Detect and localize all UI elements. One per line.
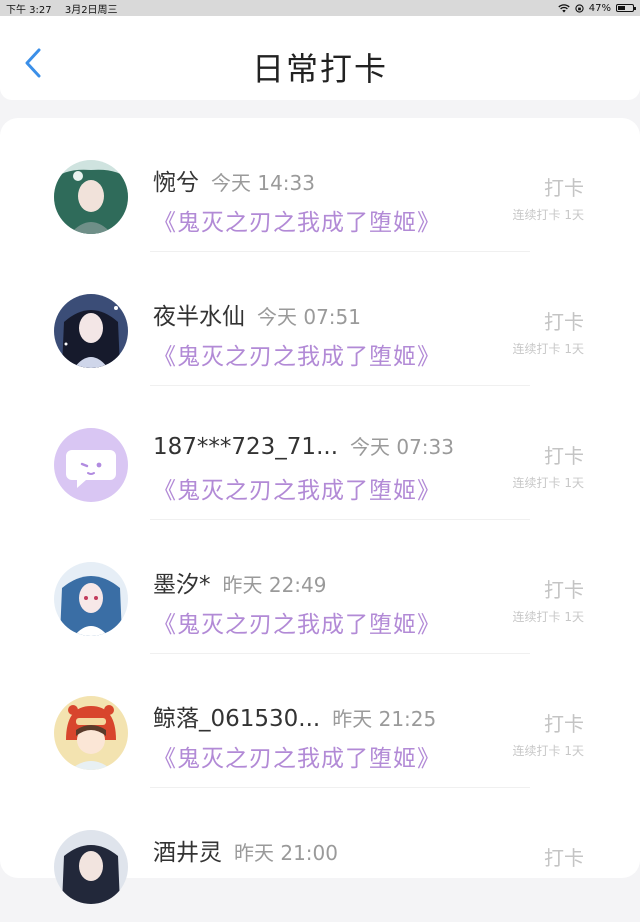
status-left: 下午 3:27 3月2日周三 xyxy=(6,1,128,16)
streak-label: 连续打卡 1天 xyxy=(512,342,584,356)
checkin-time: 昨天 22:49 xyxy=(222,573,327,597)
streak-label: 连续打卡 1天 xyxy=(512,208,584,222)
checkin-button[interactable]: 打卡 xyxy=(544,574,584,603)
orientation-lock-icon xyxy=(575,3,584,13)
avatar[interactable] xyxy=(54,562,128,636)
status-bar: 下午 3:27 3月2日周三 47% xyxy=(0,0,640,16)
battery-icon xyxy=(616,4,636,12)
list-item[interactable]: 惋兮 今天 14:33 《鬼灭之刃之我成了堕姬》 打卡 连续打卡 1天 xyxy=(0,118,640,252)
avatar[interactable] xyxy=(54,830,128,904)
book-title-link[interactable]: 《鬼灭之刃之我成了堕姬》 xyxy=(153,605,441,639)
checkin-button[interactable]: 打卡 xyxy=(544,172,584,201)
streak-label: 连续打卡 1天 xyxy=(512,476,584,490)
user-name-row: 187***723_71... 今天 07:33 xyxy=(153,431,454,460)
list-item[interactable]: 鲸落_061530... 昨天 21:25 《鬼灭之刃之我成了堕姬》 打卡 连续打… xyxy=(0,654,640,788)
list-item[interactable]: 夜半水仙 今天 07:51 《鬼灭之刃之我成了堕姬》 打卡 连续打卡 1天 xyxy=(0,252,640,386)
user-name-row: 墨汐* 昨天 22:49 xyxy=(153,565,327,599)
list-item[interactable]: 187***723_71... 今天 07:33 《鬼灭之刃之我成了堕姬》 打卡 … xyxy=(0,386,640,520)
battery-percent: 47% xyxy=(588,2,611,14)
checkin-button[interactable]: 打卡 xyxy=(544,842,584,871)
status-right: 47% xyxy=(558,2,636,14)
streak-label: 连续打卡 1天 xyxy=(512,744,584,758)
user-name[interactable]: 墨汐* xyxy=(153,572,211,598)
user-name-row: 鲸落_061530... 昨天 21:25 xyxy=(153,699,436,733)
checkin-time: 今天 14:33 xyxy=(211,171,315,195)
status-date: 3月2日周三 xyxy=(64,4,118,16)
avatar[interactable] xyxy=(54,696,128,770)
checkin-time: 昨天 21:25 xyxy=(332,707,437,731)
book-title-link[interactable]: 《鬼灭之刃之我成了堕姬》 xyxy=(153,739,441,773)
checkin-list: 惋兮 今天 14:33 《鬼灭之刃之我成了堕姬》 打卡 连续打卡 1天 夜半水仙今… xyxy=(0,118,640,904)
avatar[interactable] xyxy=(54,160,128,234)
avatar[interactable] xyxy=(54,428,128,502)
checkin-time: 昨天 21:00 xyxy=(234,841,338,865)
user-name-row: 夜半水仙 今天 07:51 xyxy=(153,297,361,331)
checkin-time: 今天 07:51 xyxy=(257,305,361,329)
book-title-link[interactable]: 《鬼灭之刃之我成了堕姬》 xyxy=(153,203,441,237)
wifi-icon xyxy=(558,3,570,12)
header-bar: 日常打卡 xyxy=(0,16,640,100)
book-title-link[interactable]: 《鬼灭之刃之我成了堕姬》 xyxy=(153,337,441,371)
streak-label: 连续打卡 1天 xyxy=(512,610,584,624)
checkin-button[interactable]: 打卡 xyxy=(544,440,584,469)
checkin-time: 今天 07:33 xyxy=(350,435,454,459)
checkin-button[interactable]: 打卡 xyxy=(544,306,584,335)
user-name-row: 惋兮 今天 14:33 xyxy=(153,163,315,197)
battery-fill xyxy=(618,6,625,10)
user-name[interactable]: 惋兮 xyxy=(153,170,199,196)
user-name[interactable]: 酒井灵 xyxy=(153,840,222,866)
checkin-button[interactable]: 打卡 xyxy=(544,708,584,737)
page-title: 日常打卡 xyxy=(251,50,388,88)
user-name[interactable]: 夜半水仙 xyxy=(153,304,245,330)
avatar[interactable] xyxy=(54,294,128,368)
user-name[interactable]: 187***723_71... xyxy=(153,434,338,460)
status-time: 下午 3:27 xyxy=(6,4,52,16)
list-item[interactable]: 酒井灵 昨天 21:00 打卡 xyxy=(0,788,640,922)
user-name[interactable]: 鲸落_061530... xyxy=(153,706,320,732)
user-name-row: 酒井灵 昨天 21:00 xyxy=(153,833,338,867)
list-item[interactable]: 墨汐* 昨天 22:49 《鬼灭之刃之我成了堕姬》 打卡 连续打卡 1天 xyxy=(0,520,640,654)
book-title-link[interactable]: 《鬼灭之刃之我成了堕姬》 xyxy=(153,471,441,505)
